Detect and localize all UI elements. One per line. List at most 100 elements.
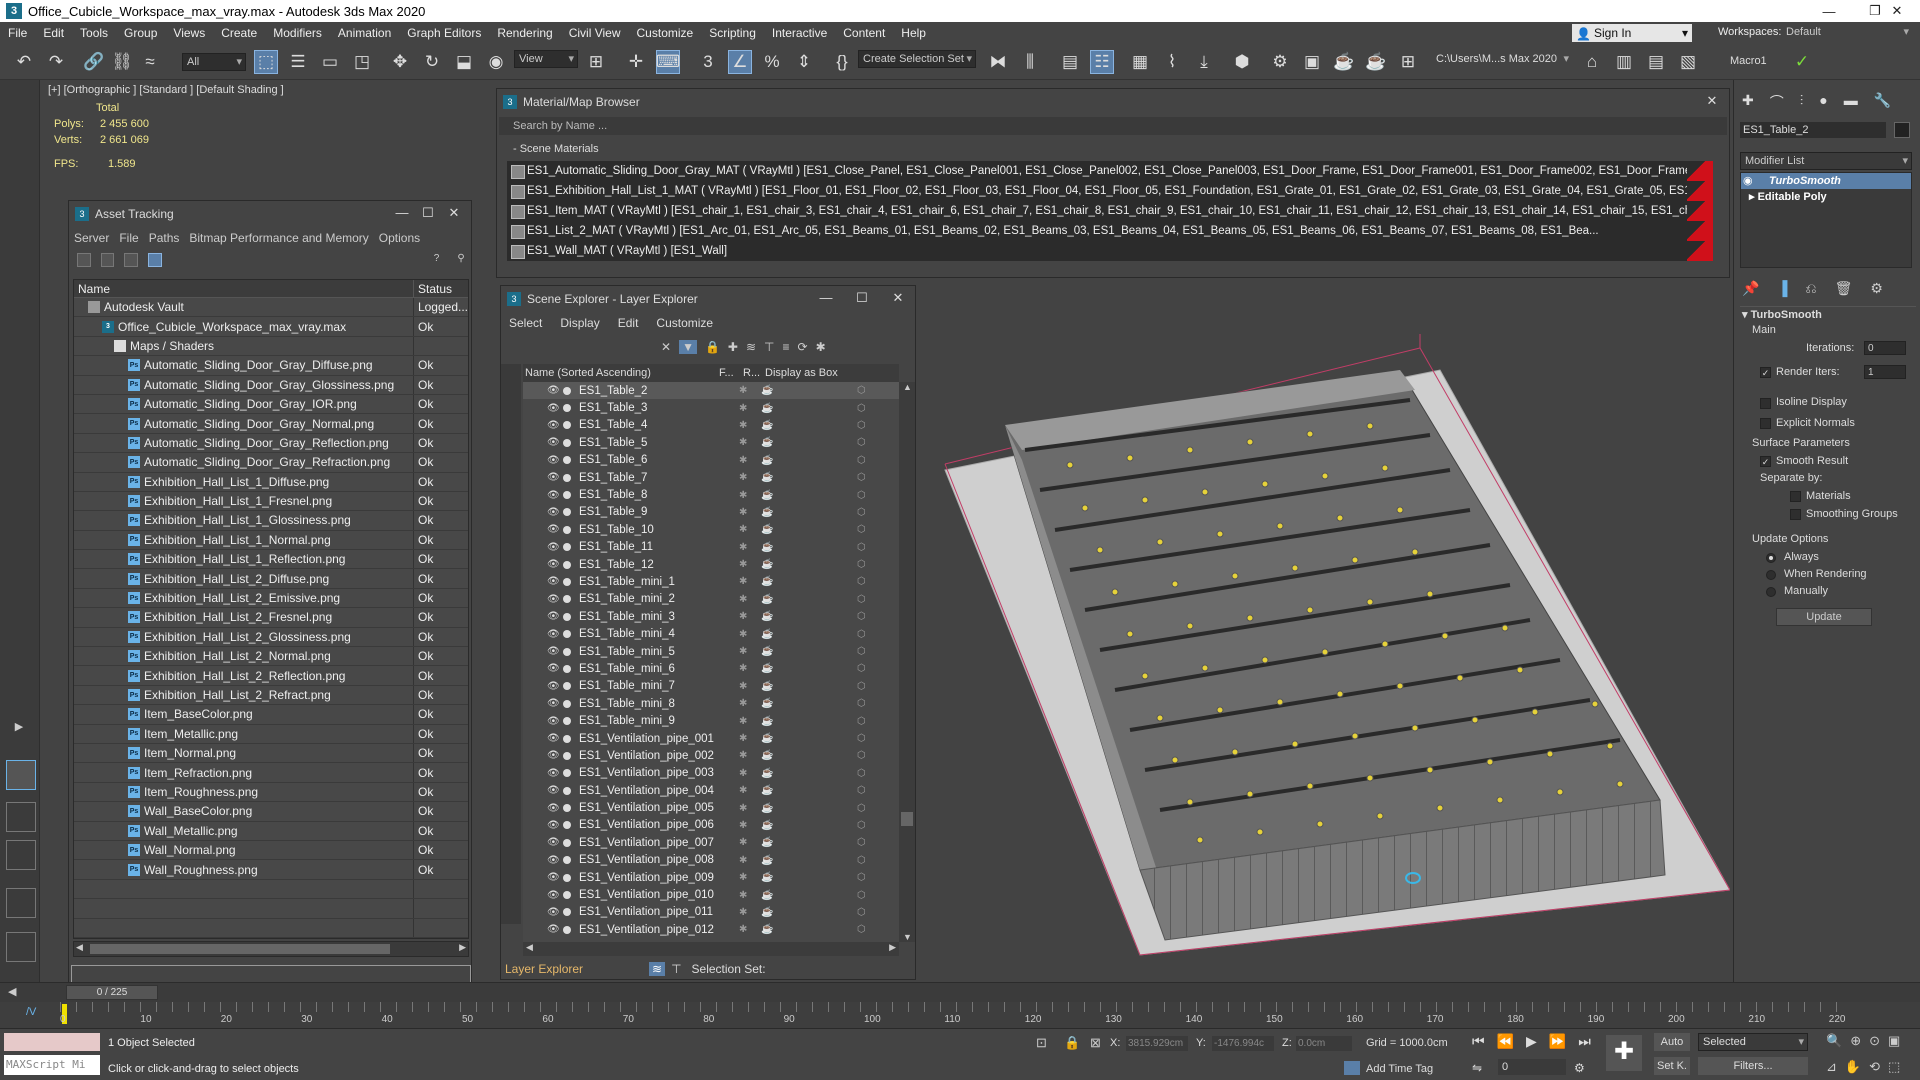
scene-explorer-header[interactable]: 3 Scene Explorer - Layer Explorer — ☐ ✕ [501, 286, 915, 312]
menu-edit[interactable]: Edit [35, 22, 72, 44]
asset-menu-paths[interactable]: Paths [144, 231, 185, 245]
visibility-eye-icon[interactable]: 👁 [547, 698, 560, 709]
freeze-icon[interactable]: ✱ [739, 785, 747, 796]
motion-tab-icon[interactable]: ● [1819, 92, 1827, 112]
scale-icon[interactable]: ⬓ [452, 50, 476, 74]
menu-civil-view[interactable]: Civil View [561, 22, 629, 44]
maxscript-listener-top[interactable] [4, 1033, 100, 1051]
menu-tools[interactable]: Tools [72, 22, 116, 44]
layout-2x2-icon[interactable] [6, 802, 36, 832]
visibility-eye-icon[interactable]: 👁 [547, 750, 560, 761]
visibility-eye-icon[interactable]: 👁 [547, 559, 560, 570]
object-name-field[interactable]: ES1_Table_2 [1740, 122, 1886, 138]
when-rendering-radio[interactable] [1766, 570, 1776, 580]
asset-row[interactable]: Ps Item_Metallic.png Ok [74, 724, 468, 744]
renderable-teapot-icon[interactable]: ☕ [761, 924, 773, 935]
make-unique-icon[interactable]: ⎌ [1805, 280, 1816, 297]
renderable-teapot-icon[interactable]: ☕ [761, 716, 773, 727]
zoom-extents-icon[interactable]: ⊙ [1869, 1033, 1880, 1049]
scene-object-row[interactable]: 👁 ES1_Ventilation_pipe_009 ✱ ☕ ⬡ [523, 869, 899, 886]
layout-4-icon[interactable] [6, 888, 36, 918]
renderable-teapot-icon[interactable]: ☕ [761, 594, 773, 605]
visibility-eye-icon[interactable]: 👁 [547, 437, 560, 448]
show-end-result-icon[interactable]: ▐ [1777, 280, 1787, 297]
render-production-icon[interactable]: ☕ [1332, 50, 1356, 74]
renderable-teapot-icon[interactable]: ☕ [761, 890, 773, 901]
close-icon[interactable]: ✕ [1703, 93, 1721, 109]
freeze-icon[interactable]: ✱ [739, 559, 747, 570]
hierarchy-tab-icon[interactable]: ⫶ [1800, 92, 1804, 112]
rotate-icon[interactable]: ↻ [420, 50, 444, 74]
menu-views[interactable]: Views [165, 22, 213, 44]
display-as-box-icon[interactable]: ⬡ [857, 455, 866, 466]
display-as-box-icon[interactable]: ⬡ [857, 490, 866, 501]
renderable-teapot-icon[interactable]: ☕ [761, 611, 773, 622]
scroll-left-icon[interactable]: ◀ [76, 942, 83, 953]
menu-interactive[interactable]: Interactive [764, 22, 835, 44]
display-as-box-icon[interactable]: ⬡ [857, 646, 866, 657]
visibility-eye-icon[interactable]: 👁 [547, 455, 560, 466]
macro-label[interactable]: Macro1 [1730, 55, 1767, 67]
rect-selection-icon[interactable]: ▭ [318, 50, 342, 74]
redo-icon[interactable]: ↷ [44, 50, 68, 74]
scene-object-row[interactable]: 👁 ES1_Table_3 ✱ ☕ ⬡ [523, 399, 899, 416]
key-filter-dropdown[interactable]: Selected [1698, 1033, 1808, 1051]
display-as-box-icon[interactable]: ⬡ [857, 750, 866, 761]
time-config-icon[interactable]: ⚙ [1574, 1061, 1585, 1075]
scroll-up-icon[interactable]: ▲ [903, 382, 912, 392]
pan-icon[interactable]: ✋ [1845, 1059, 1861, 1075]
material-search-input[interactable]: Search by Name ... [499, 117, 1727, 135]
visibility-eye-icon[interactable]: 👁 [547, 890, 560, 901]
freeze-icon[interactable]: ✱ [739, 890, 747, 901]
visibility-eye-icon[interactable]: 👁 [547, 872, 560, 883]
turbosmooth-rollout[interactable]: ▾ TurboSmooth [1742, 308, 1822, 321]
renderable-teapot-icon[interactable]: ☕ [761, 785, 773, 796]
prev-frame-icon[interactable]: ⏪ [1497, 1033, 1514, 1050]
display-as-box-icon[interactable]: ⬡ [857, 559, 866, 570]
renderable-teapot-icon[interactable]: ☕ [761, 820, 773, 831]
lock-icon[interactable]: 🔒 [705, 340, 720, 354]
materials-checkbox[interactable] [1790, 491, 1801, 502]
freeze-icon[interactable]: ✱ [739, 837, 747, 848]
renderable-teapot-icon[interactable]: ☕ [761, 698, 773, 709]
iterations-spinner[interactable]: 0 [1864, 341, 1906, 355]
next-frame-icon[interactable]: ⏩ [1549, 1033, 1566, 1050]
asset-row[interactable]: Ps Exhibition_Hall_List_2_Glossiness.png O… [74, 627, 468, 648]
table-view-icon[interactable] [124, 253, 139, 267]
renderable-teapot-icon[interactable]: ☕ [761, 472, 773, 483]
close-icon[interactable]: ✕ [445, 205, 463, 221]
visibility-eye-icon[interactable]: 👁 [547, 507, 560, 518]
scene-object-row[interactable]: 👁 ES1_Table_9 ✱ ☕ ⬡ [523, 504, 899, 521]
freeze-icon[interactable]: ✱ [739, 750, 747, 761]
close-icon[interactable]: ✕ [1874, 0, 1920, 22]
isoline-checkbox[interactable] [1760, 398, 1771, 409]
display-as-box-icon[interactable]: ⬡ [857, 594, 866, 605]
scene-object-row[interactable]: 👁 ES1_Table_mini_9 ✱ ☕ ⬡ [523, 712, 899, 729]
display-as-box-icon[interactable]: ⬡ [857, 542, 866, 553]
scene-menu-customize[interactable]: Customize [656, 316, 731, 330]
menu-customize[interactable]: Customize [629, 22, 702, 44]
object-color-swatch[interactable] [1894, 122, 1910, 138]
play-expand-icon[interactable]: ▶ [10, 720, 28, 738]
visibility-eye-icon[interactable]: 👁 [547, 803, 560, 814]
filters-button[interactable]: Filters... [1698, 1057, 1808, 1075]
hierarchy-icon[interactable]: ⊤ [764, 340, 774, 354]
material-editor-icon[interactable]: ⬢ [1230, 50, 1254, 74]
freeze-icon[interactable]: ✱ [739, 472, 747, 483]
time-slider-thumb[interactable]: 0 / 225 [66, 985, 158, 1000]
sign-in-dropdown[interactable]: 👤 Sign In ▾ [1572, 24, 1692, 42]
display-as-box-icon[interactable]: ⬡ [857, 385, 866, 396]
display-as-box-icon[interactable]: ⬡ [857, 785, 866, 796]
display-as-box-icon[interactable]: ⬡ [857, 716, 866, 727]
track-bar[interactable]: /V 0 10 20 30 40 50 60 70 80 90 100 110 120 130 140 150… [0, 1002, 1920, 1028]
freeze-icon[interactable]: ✱ [739, 542, 747, 553]
visibility-eye-icon[interactable]: 👁 [547, 420, 560, 431]
link-icon[interactable]: 🔗 [82, 50, 106, 74]
checkmark-icon[interactable]: ✓ [1790, 50, 1814, 74]
menu-scripting[interactable]: Scripting [701, 22, 764, 44]
visibility-eye-icon[interactable]: 👁 [547, 594, 560, 605]
scene-object-row[interactable]: 👁 ES1_Table_7 ✱ ☕ ⬡ [523, 469, 899, 486]
list-icon[interactable] [100, 253, 115, 267]
renderable-teapot-icon[interactable]: ☕ [761, 385, 773, 396]
visibility-eye-icon[interactable]: 👁 [547, 646, 560, 657]
